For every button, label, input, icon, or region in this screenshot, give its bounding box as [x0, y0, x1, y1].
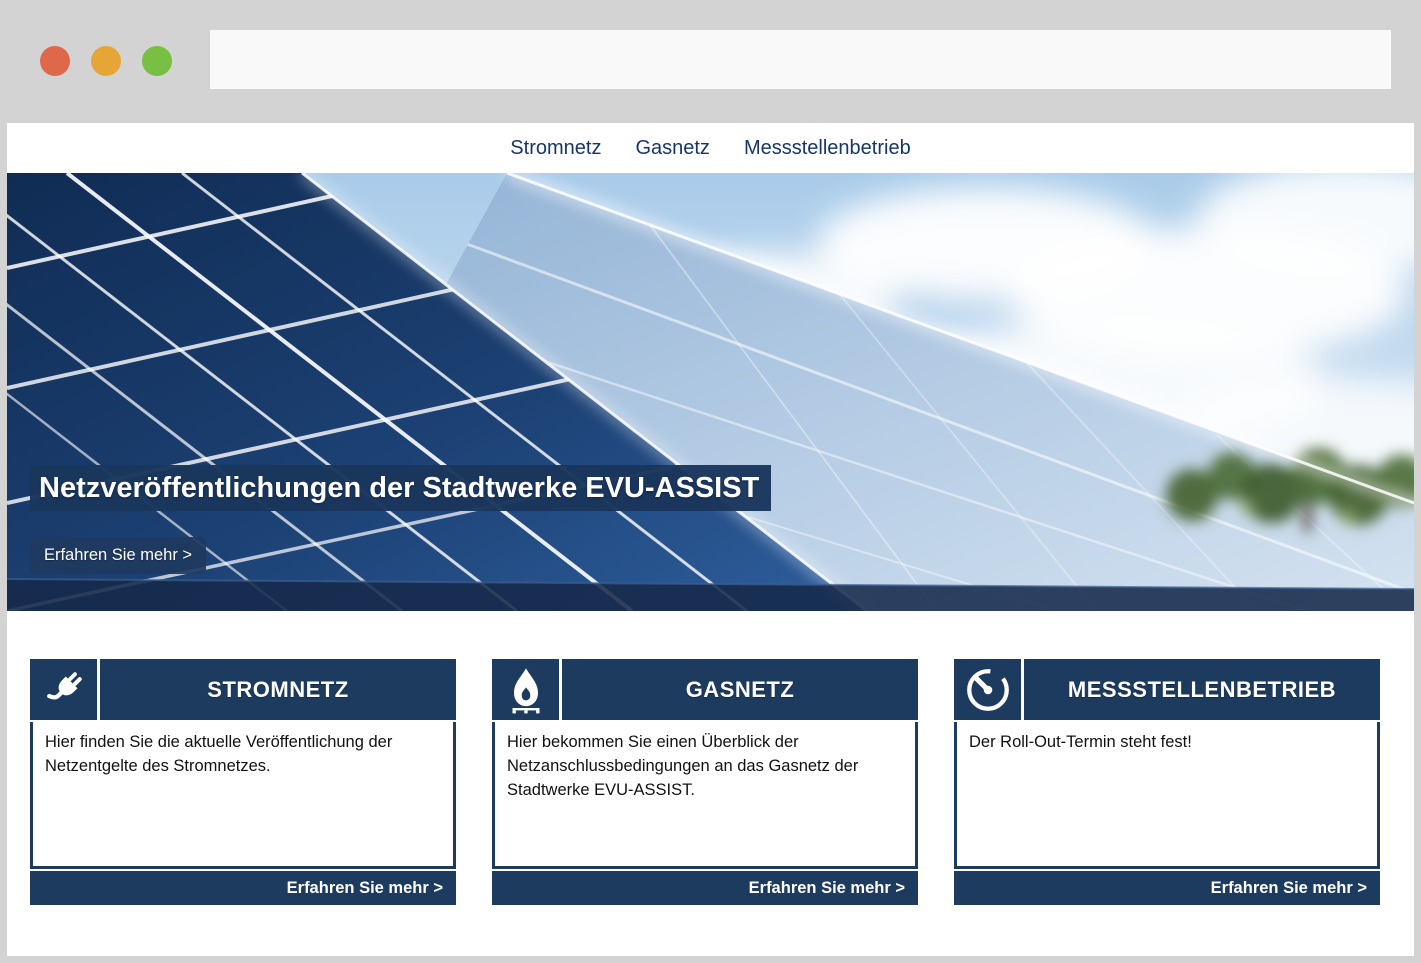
card-messstellenbetrieb-title: MESSSTELLENBETRIEB [1024, 659, 1380, 720]
close-window-button[interactable] [40, 46, 70, 76]
info-cards-row: STROMNETZ Hier finden Sie die aktuelle V… [30, 659, 1380, 905]
nav-link-stromnetz[interactable]: Stromnetz [510, 137, 601, 160]
flame-icon [492, 659, 562, 720]
minimize-window-button[interactable] [91, 46, 121, 76]
plug-icon [30, 659, 100, 720]
card-messstellenbetrieb-body: Der Roll-Out-Termin steht fest! [954, 722, 1380, 869]
nav-link-gasnetz[interactable]: Gasnetz [635, 137, 709, 160]
solar-panel-hero-image [7, 173, 1414, 611]
hero-title: Netzveröffentlichungen der Stadtwerke EV… [30, 465, 771, 511]
top-navbar: Stromnetz Gasnetz Messstellenbetrieb [7, 123, 1414, 173]
card-gasnetz: GASNETZ Hier bekommen Sie einen Überblic… [492, 659, 918, 905]
card-gasnetz-learn-more-link[interactable]: Erfahren Sie mehr > [492, 871, 918, 905]
hero-section: Netzveröffentlichungen der Stadtwerke EV… [7, 173, 1414, 611]
nav-link-messstellenbetrieb[interactable]: Messstellenbetrieb [744, 137, 911, 160]
url-bar-input[interactable] [210, 30, 1391, 89]
maximize-window-button[interactable] [142, 46, 172, 76]
card-gasnetz-title: GASNETZ [562, 659, 918, 720]
card-stromnetz-body: Hier finden Sie die aktuelle Veröffentli… [30, 722, 456, 869]
card-messstellenbetrieb: MESSSTELLENBETRIEB Der Roll-Out-Termin s… [954, 659, 1380, 905]
card-stromnetz-learn-more-link[interactable]: Erfahren Sie mehr > [30, 871, 456, 905]
gauge-icon [954, 659, 1024, 720]
card-messstellenbetrieb-header: MESSSTELLENBETRIEB [954, 659, 1380, 720]
hero-learn-more-button[interactable]: Erfahren Sie mehr > [30, 537, 206, 574]
card-messstellenbetrieb-learn-more-link[interactable]: Erfahren Sie mehr > [954, 871, 1380, 905]
card-stromnetz-header: STROMNETZ [30, 659, 456, 720]
webpage: Stromnetz Gasnetz Messstellenbetrieb [7, 123, 1414, 956]
card-stromnetz-title: STROMNETZ [100, 659, 456, 720]
card-gasnetz-header: GASNETZ [492, 659, 918, 720]
window-controls [40, 46, 172, 76]
card-stromnetz: STROMNETZ Hier finden Sie die aktuelle V… [30, 659, 456, 905]
card-gasnetz-body: Hier bekommen Sie einen Überblick der Ne… [492, 722, 918, 869]
